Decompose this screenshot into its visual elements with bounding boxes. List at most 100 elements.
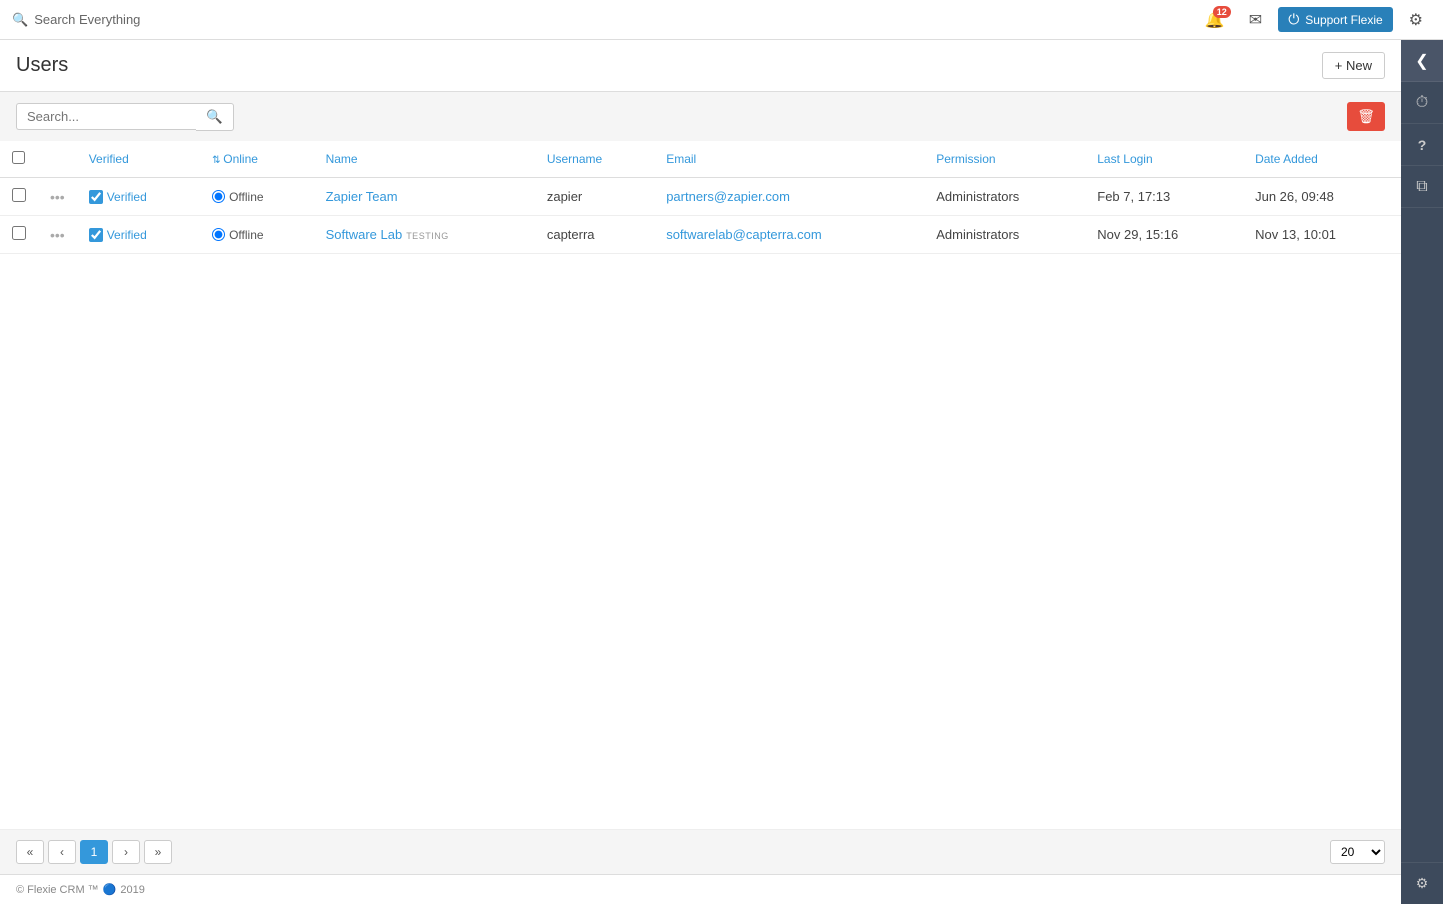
- next-page-button[interactable]: ›: [112, 840, 140, 864]
- row-email-link[interactable]: softwarelab@capterra.com: [666, 227, 822, 242]
- row-dots-cell[interactable]: •••: [38, 178, 77, 216]
- col-online-label: Online: [223, 152, 258, 166]
- row-online-cell: Offline: [200, 216, 314, 254]
- col-header-date-added[interactable]: Date Added: [1243, 141, 1401, 178]
- page-1-button[interactable]: 1: [80, 840, 108, 864]
- row-last-login: Nov 29, 15:16: [1097, 227, 1178, 242]
- sidebar-collapse-button[interactable]: ❮: [1401, 40, 1443, 82]
- settings-button[interactable]: ⚙: [1401, 6, 1431, 34]
- header-right: 🔔 12 ✉ ⏻ Support Flexie ⚙: [1197, 6, 1431, 34]
- users-table: Verified ⇅ Online Name Username Email: [0, 141, 1401, 254]
- question-icon: ?: [1418, 137, 1427, 153]
- table-header-row: Verified ⇅ Online Name Username Email: [0, 141, 1401, 178]
- row-verified-cell: Verified: [77, 178, 200, 216]
- row-name-link[interactable]: Zapier Team: [326, 189, 398, 204]
- col-header-online[interactable]: ⇅ Online: [200, 141, 314, 178]
- search-submit-button[interactable]: 🔍: [196, 103, 234, 131]
- sidebar-clock-button[interactable]: ⏱: [1401, 82, 1443, 124]
- footer-blue-icon: 🔵: [103, 883, 117, 896]
- col-header-verified[interactable]: Verified: [77, 141, 200, 178]
- row-name-cell: Zapier Team: [314, 178, 535, 216]
- col-header-last-login[interactable]: Last Login: [1085, 141, 1243, 178]
- notifications-button[interactable]: 🔔 12: [1197, 6, 1233, 34]
- footer-year: 2019: [120, 884, 144, 896]
- layers-icon: ⧉: [1416, 178, 1427, 196]
- footer: © Flexie CRM ™ 🔵 2019: [0, 874, 1401, 904]
- row-select-checkbox[interactable]: [12, 226, 26, 240]
- row-checkbox-cell[interactable]: [0, 216, 38, 254]
- sort-icon: ⇅: [212, 155, 223, 166]
- row-checkbox-cell[interactable]: [0, 178, 38, 216]
- search-submit-icon: 🔍: [206, 109, 223, 124]
- search-input[interactable]: [16, 103, 196, 130]
- col-username-label: Username: [547, 152, 602, 166]
- col-name-label: Name: [326, 152, 358, 166]
- page-header: Users + New: [0, 40, 1401, 92]
- row-permission-cell: Administrators: [924, 216, 1085, 254]
- delete-button[interactable]: 🗑: [1347, 102, 1385, 131]
- support-button[interactable]: ⏻ Support Flexie: [1278, 7, 1392, 32]
- table-row: ••• Verified Offline Zapier Team zapier: [0, 178, 1401, 216]
- row-email-link[interactable]: partners@zapier.com: [666, 189, 790, 204]
- col-verified-label: Verified: [89, 152, 129, 166]
- col-header-username[interactable]: Username: [535, 141, 654, 178]
- mail-button[interactable]: ✉: [1241, 6, 1270, 34]
- first-page-button[interactable]: «: [16, 840, 44, 864]
- row-username-cell: zapier: [535, 178, 654, 216]
- col-date-added-label: Date Added: [1255, 152, 1318, 166]
- row-online-cell: Offline: [200, 178, 314, 216]
- online-radio[interactable]: [212, 190, 225, 203]
- sidebar-bottom-settings-button[interactable]: ⚙: [1401, 862, 1443, 904]
- search-everything[interactable]: 🔍 Search Everything: [12, 12, 1197, 28]
- prev-page-button[interactable]: ‹: [48, 840, 76, 864]
- row-last-login: Feb 7, 17:13: [1097, 189, 1170, 204]
- row-date-added-cell: Nov 13, 10:01: [1243, 216, 1401, 254]
- row-date-added: Jun 26, 09:48: [1255, 189, 1334, 204]
- row-name-cell: Software LabTESTING: [314, 216, 535, 254]
- col-permission-label: Permission: [936, 152, 995, 166]
- row-actions-menu[interactable]: •••: [50, 227, 65, 243]
- search-everything-label: Search Everything: [34, 12, 140, 27]
- search-icon: 🔍: [12, 12, 28, 28]
- sidebar-layers-button[interactable]: ⧉: [1401, 166, 1443, 208]
- support-icon: ⏻: [1288, 11, 1299, 28]
- row-username-cell: capterra: [535, 216, 654, 254]
- right-sidebar: ❮ ⏱ ? ⧉ ⚙: [1401, 40, 1443, 904]
- row-date-added: Nov 13, 10:01: [1255, 227, 1336, 242]
- online-radio[interactable]: [212, 228, 225, 241]
- verified-checkbox[interactable]: [89, 190, 103, 204]
- name-badge: TESTING: [406, 231, 449, 241]
- row-last-login-cell: Nov 29, 15:16: [1085, 216, 1243, 254]
- row-username: capterra: [547, 227, 595, 242]
- chevron-left-icon: ❮: [1415, 51, 1428, 71]
- top-header: 🔍 Search Everything 🔔 12 ✉ ⏻ Support Fle…: [0, 0, 1443, 40]
- row-name-link[interactable]: Software LabTESTING: [326, 227, 449, 242]
- online-status-label: Offline: [229, 228, 263, 242]
- users-table-wrapper: Verified ⇅ Online Name Username Email: [0, 141, 1401, 829]
- row-actions-menu[interactable]: •••: [50, 189, 65, 205]
- last-page-button[interactable]: »: [144, 840, 172, 864]
- row-dots-cell[interactable]: •••: [38, 216, 77, 254]
- table-row: ••• Verified Offline Software LabTESTING…: [0, 216, 1401, 254]
- col-header-permission[interactable]: Permission: [924, 141, 1085, 178]
- col-header-email[interactable]: Email: [654, 141, 924, 178]
- select-all-checkbox[interactable]: [12, 151, 25, 164]
- row-select-checkbox[interactable]: [12, 188, 26, 202]
- trash-icon: 🗑: [1357, 108, 1375, 124]
- page-title: Users: [16, 54, 68, 77]
- table-body: ••• Verified Offline Zapier Team zapier: [0, 178, 1401, 254]
- verified-checkbox[interactable]: [89, 228, 103, 242]
- row-last-login-cell: Feb 7, 17:13: [1085, 178, 1243, 216]
- copyright-text: © Flexie CRM ™: [16, 884, 99, 896]
- content-area: Users + New 🔍 🗑: [0, 40, 1401, 904]
- new-button[interactable]: + New: [1322, 52, 1385, 79]
- sidebar-help-button[interactable]: ?: [1401, 124, 1443, 166]
- col-header-name[interactable]: Name: [314, 141, 535, 178]
- verified-label: Verified: [107, 228, 147, 242]
- notification-badge: 12: [1213, 6, 1231, 18]
- support-label: Support Flexie: [1305, 13, 1382, 27]
- online-status-label: Offline: [229, 190, 263, 204]
- select-all-header[interactable]: [0, 141, 38, 178]
- main-layout: Users + New 🔍 🗑: [0, 40, 1443, 904]
- page-size-select[interactable]: 20 50 100: [1330, 840, 1385, 864]
